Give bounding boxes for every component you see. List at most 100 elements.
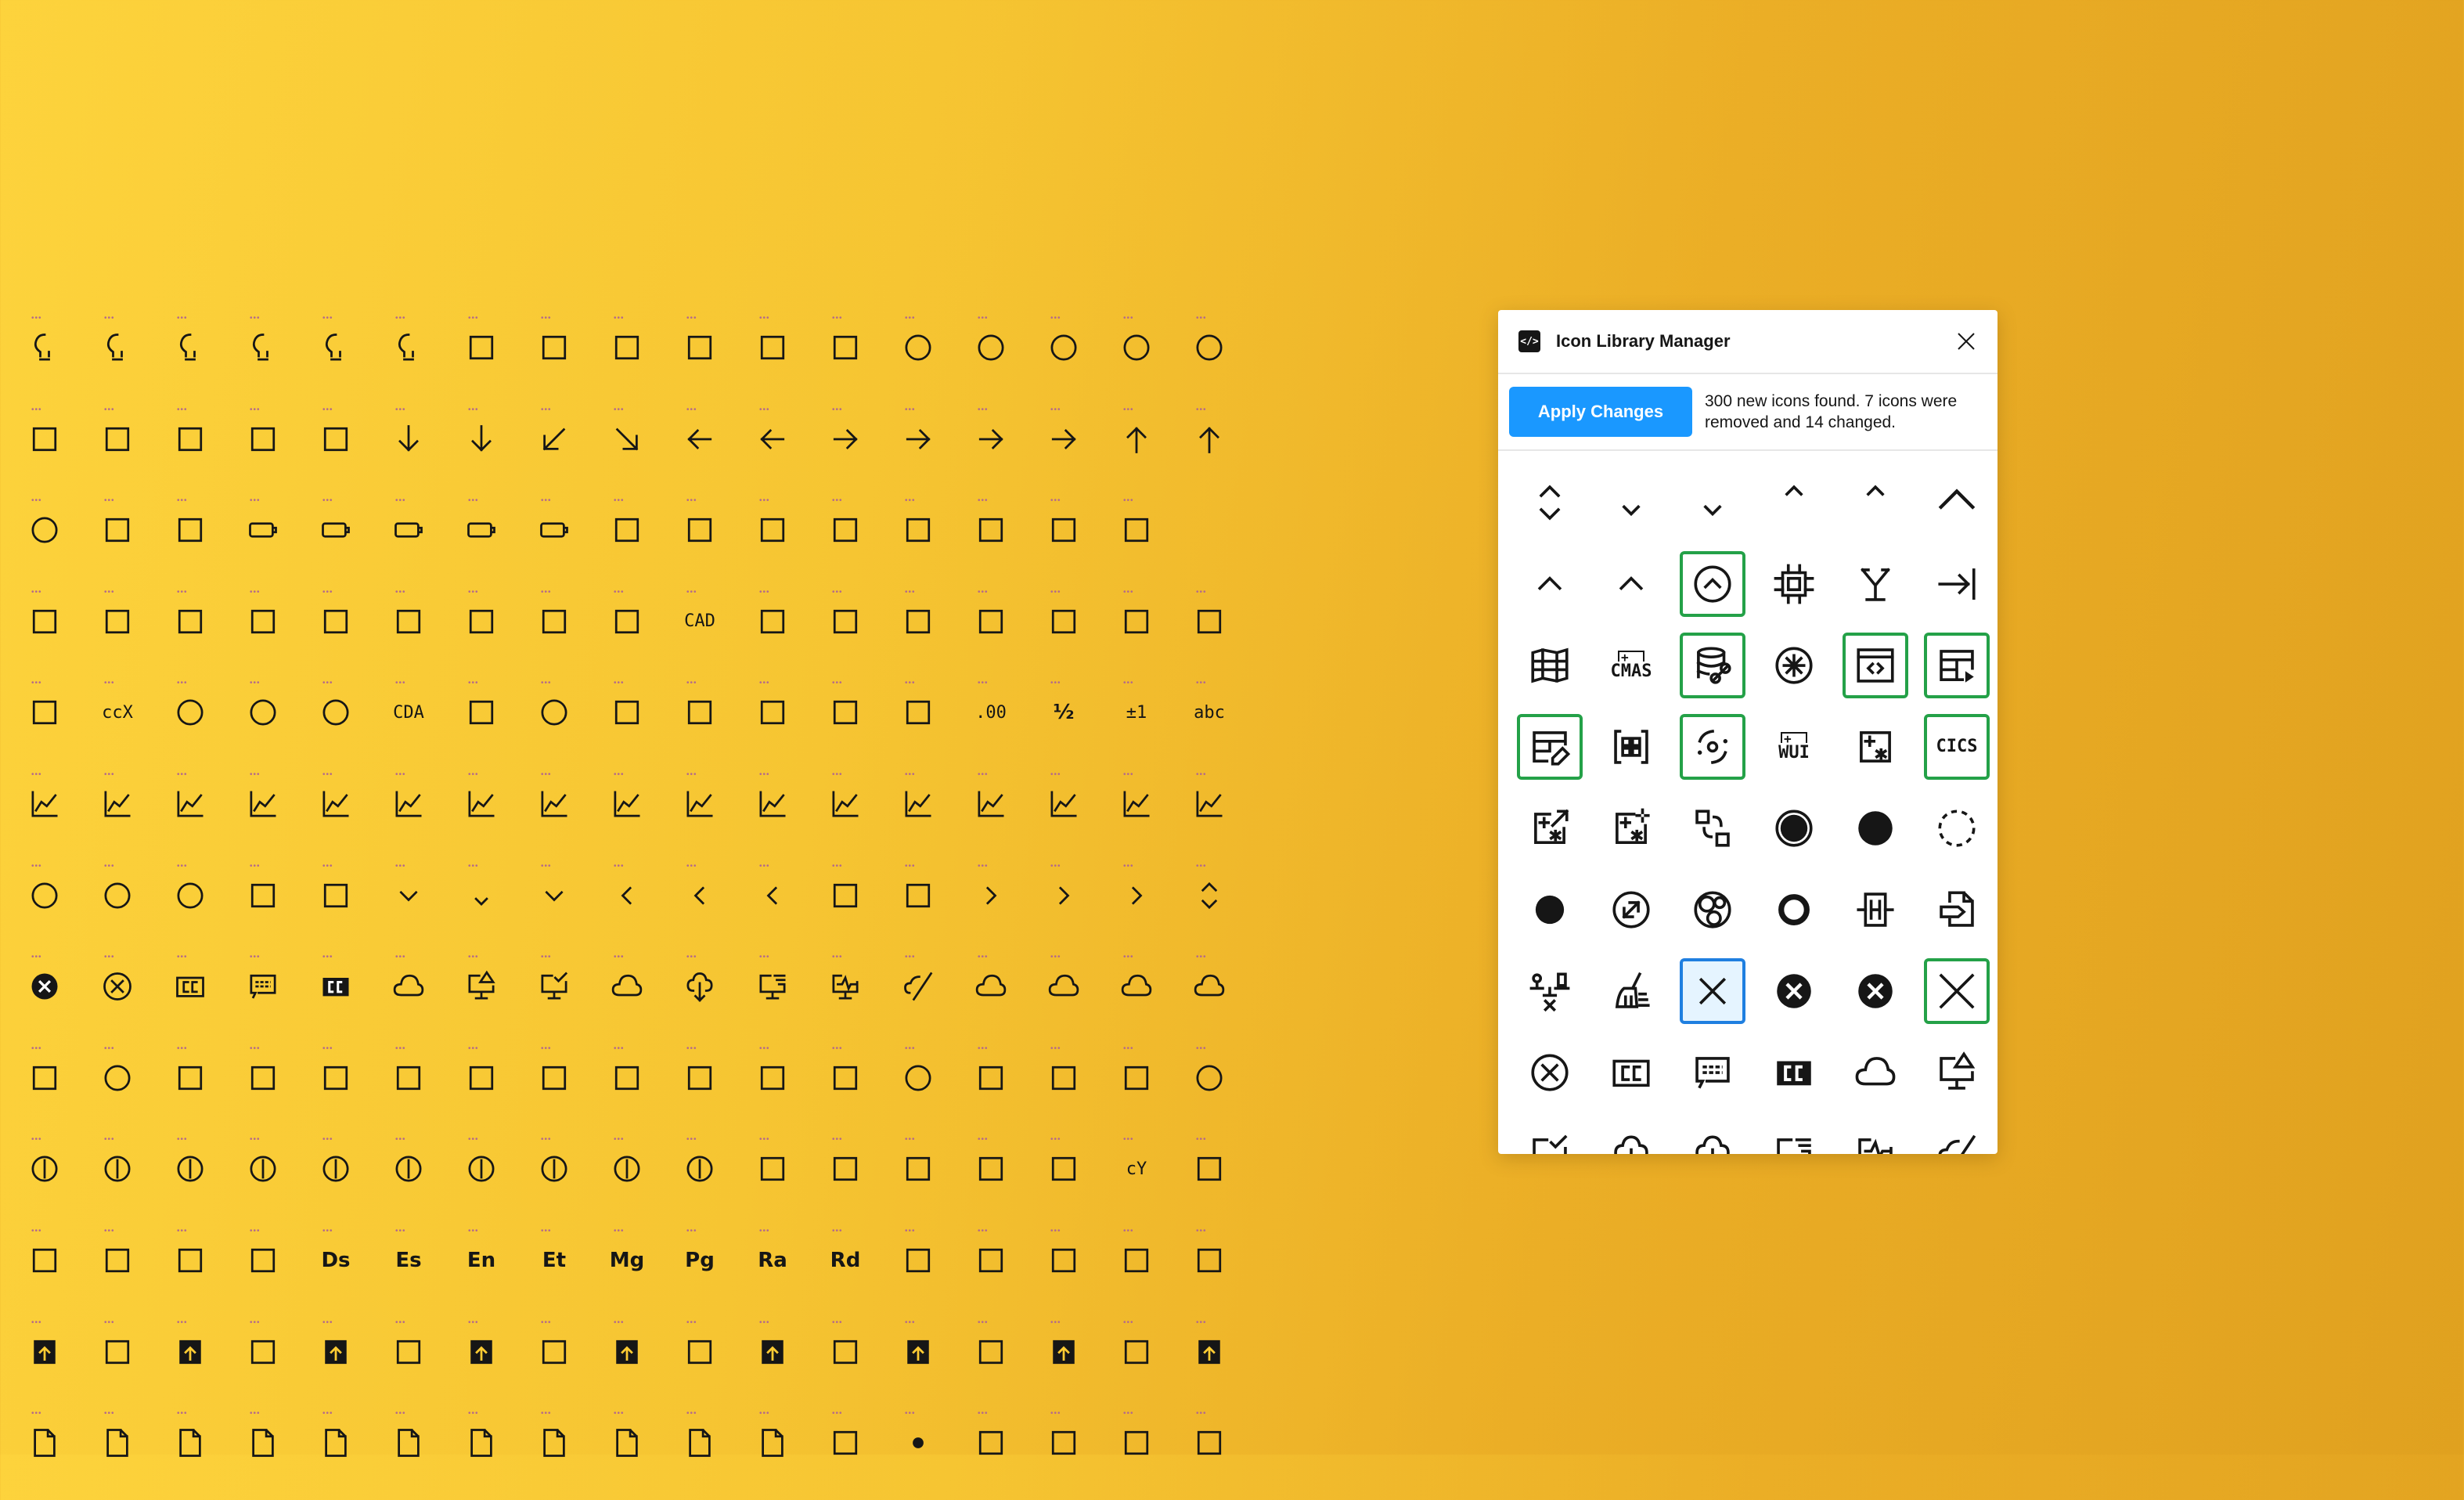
icon-tile-changed-frame <box>1924 633 1990 698</box>
icon-tile-qr-bracket[interactable] <box>1590 706 1672 788</box>
icon-tile-closed-caption-filled[interactable] <box>1753 1032 1835 1113</box>
more-options-icon: ••• <box>614 861 625 871</box>
icon-tile-cloud-alerting[interactable] <box>1916 1032 1997 1113</box>
icon-tile-chevron-up-small-alt[interactable] <box>1835 462 1916 543</box>
background-icon-cell: ••• <box>0 496 15 587</box>
icon-tile-cloud-download-alt[interactable] <box>1672 1113 1753 1154</box>
icon-tile-cocktail[interactable] <box>1835 543 1916 625</box>
icon-tile-cloud-auditing[interactable] <box>1509 1113 1590 1154</box>
icon-tile-chevron-sort[interactable] <box>1509 462 1590 543</box>
currency-won-icon <box>614 1156 640 1182</box>
icon-tile-circle-solid[interactable] <box>1509 869 1590 950</box>
icon-tile-cloud-logging[interactable] <box>1753 1113 1835 1154</box>
chevron-down-icon <box>545 890 564 902</box>
icon-tile-circle-dash[interactable] <box>1916 788 1997 869</box>
icon-tile-table-edit[interactable] <box>1509 706 1590 788</box>
icon-tile-cics-cmas[interactable]: + CMAS <box>1590 625 1672 706</box>
closed-caption-filled-icon <box>1777 1061 1811 1086</box>
idea-close-icon <box>179 334 196 361</box>
more-options-icon: ••• <box>759 770 770 779</box>
close-outline-icon <box>103 972 131 1001</box>
icon-tile-close-outline[interactable] <box>1509 1032 1590 1113</box>
icon-tile-chevron-down-small[interactable] <box>1590 462 1672 543</box>
icon-tile-circle-stroke[interactable] <box>1753 869 1835 950</box>
icon-tile-arrow-right-to-line[interactable] <box>1916 543 1997 625</box>
icon-tile-database-link[interactable] <box>1672 625 1753 706</box>
closed-caption-icon <box>176 976 204 997</box>
building-right-icon <box>323 1066 348 1090</box>
connect-reference-icon <box>178 1066 203 1090</box>
icon-tile-cics-wui[interactable]: + WUI <box>1753 706 1835 788</box>
icon-tile-closed-caption-alt[interactable] <box>1672 1032 1753 1113</box>
icon-tile-cloud-download[interactable] <box>1590 1113 1672 1154</box>
background-icon-cell: ••• <box>15 405 88 496</box>
closed-caption-icon <box>1612 1059 1650 1087</box>
close-outline-icon <box>1531 1054 1569 1091</box>
apply-changes-button[interactable]: Apply Changes <box>1509 387 1692 437</box>
background-icon-cell: ••• <box>1107 861 1180 953</box>
icon-tile-close[interactable] <box>1672 950 1753 1032</box>
background-icon-cell: ••• <box>816 1408 888 1500</box>
direction-merge-icon <box>396 1340 421 1364</box>
data-graph-icon <box>32 1248 57 1273</box>
icon-tile-circle-filled[interactable] <box>1835 788 1916 869</box>
background-icon-cell: ••• <box>816 313 888 405</box>
icon-tile-clean[interactable] <box>1590 950 1672 1032</box>
icon-tile-browser-code[interactable] <box>1835 625 1916 706</box>
background-icon-cell: ••• <box>160 587 233 679</box>
icon-tile-explorer-circle[interactable] <box>1753 625 1835 706</box>
icon-tile-close-filled[interactable] <box>1753 950 1835 1032</box>
icon-tile-radio-button-checked[interactable] <box>1753 788 1835 869</box>
background-icon-cell: ••• <box>452 313 524 405</box>
more-options-icon: ••• <box>177 861 188 871</box>
icon-tile-circle-packing[interactable] <box>1672 869 1753 950</box>
icon-tile-close-large[interactable] <box>1916 950 1997 1032</box>
icon-tile-add-asterisk-sparkle[interactable] <box>1590 788 1672 869</box>
icon-tile-network-clear[interactable] <box>1509 950 1590 1032</box>
close-button[interactable] <box>1951 326 1982 357</box>
icon-tile-chevron-up-small[interactable] <box>1753 462 1835 543</box>
icon-tile-map[interactable] <box>1509 625 1590 706</box>
icon-tile-chevron-up-outline[interactable] <box>1672 543 1753 625</box>
more-options-icon: ••• <box>1196 314 1207 323</box>
more-options-icon: ••• <box>978 953 989 962</box>
shape-polygon-icon <box>178 427 203 451</box>
more-options-icon: ••• <box>1050 953 1061 962</box>
background-icon-cell: ••• <box>88 587 160 679</box>
icon-tile-chip[interactable] <box>1753 543 1835 625</box>
icon-tile-orbit[interactable] <box>1672 706 1753 788</box>
icon-tile-chevron-up[interactable] <box>1509 543 1590 625</box>
more-options-icon: ••• <box>468 1135 479 1145</box>
idea-blocked-icon <box>398 334 414 361</box>
plus-bracket: + <box>1781 732 1807 745</box>
more-options-icon: ••• <box>614 587 625 597</box>
icon-tile-document-tag[interactable] <box>1916 869 1997 950</box>
icon-tile-frame <box>1843 1121 1908 1154</box>
icon-tile-closed-caption[interactable] <box>1590 1032 1672 1113</box>
background-icon-cell: ••• <box>961 1226 1034 1318</box>
chevron-right-tiny-icon <box>985 885 997 905</box>
icon-tile-connect-boxes[interactable] <box>1672 788 1753 869</box>
more-options-icon: ••• <box>686 1318 697 1327</box>
text-glyph-icon: ccX <box>102 702 133 723</box>
icon-tile-table-run[interactable] <box>1916 625 1997 706</box>
icon-tile-h-component[interactable] <box>1835 869 1916 950</box>
background-icon-cell: ••• <box>0 770 15 861</box>
icon-tile-close-filled-alt[interactable] <box>1835 950 1916 1032</box>
icon-tile-chevron-up-alt[interactable] <box>1590 543 1672 625</box>
background-icon-cell: ••• <box>1034 496 1107 587</box>
icon-tile-cloud[interactable] <box>1835 1032 1916 1113</box>
icon-tile-add-asterisk-launch[interactable] <box>1509 788 1590 869</box>
icon-tile-maximize-circle[interactable] <box>1590 869 1672 950</box>
icon-tile-cloud-offline[interactable] <box>1916 1113 1997 1154</box>
background-icon-cell: ••• <box>160 770 233 861</box>
icon-tile-frame <box>1761 551 1827 617</box>
icon-tile-add-asterisk-box[interactable] <box>1835 706 1916 788</box>
background-icon-cell: ••• <box>88 405 160 496</box>
icon-tile-chevron-up-large[interactable] <box>1916 462 1997 543</box>
icon-tile-chevron-down-small-alt[interactable] <box>1672 462 1753 543</box>
icon-tile-cloud-monitoring[interactable] <box>1835 1113 1916 1154</box>
more-options-icon: ••• <box>759 1135 770 1145</box>
chevron-up-icon <box>1537 576 1562 591</box>
icon-tile-cics[interactable]: CICS <box>1916 706 1997 788</box>
